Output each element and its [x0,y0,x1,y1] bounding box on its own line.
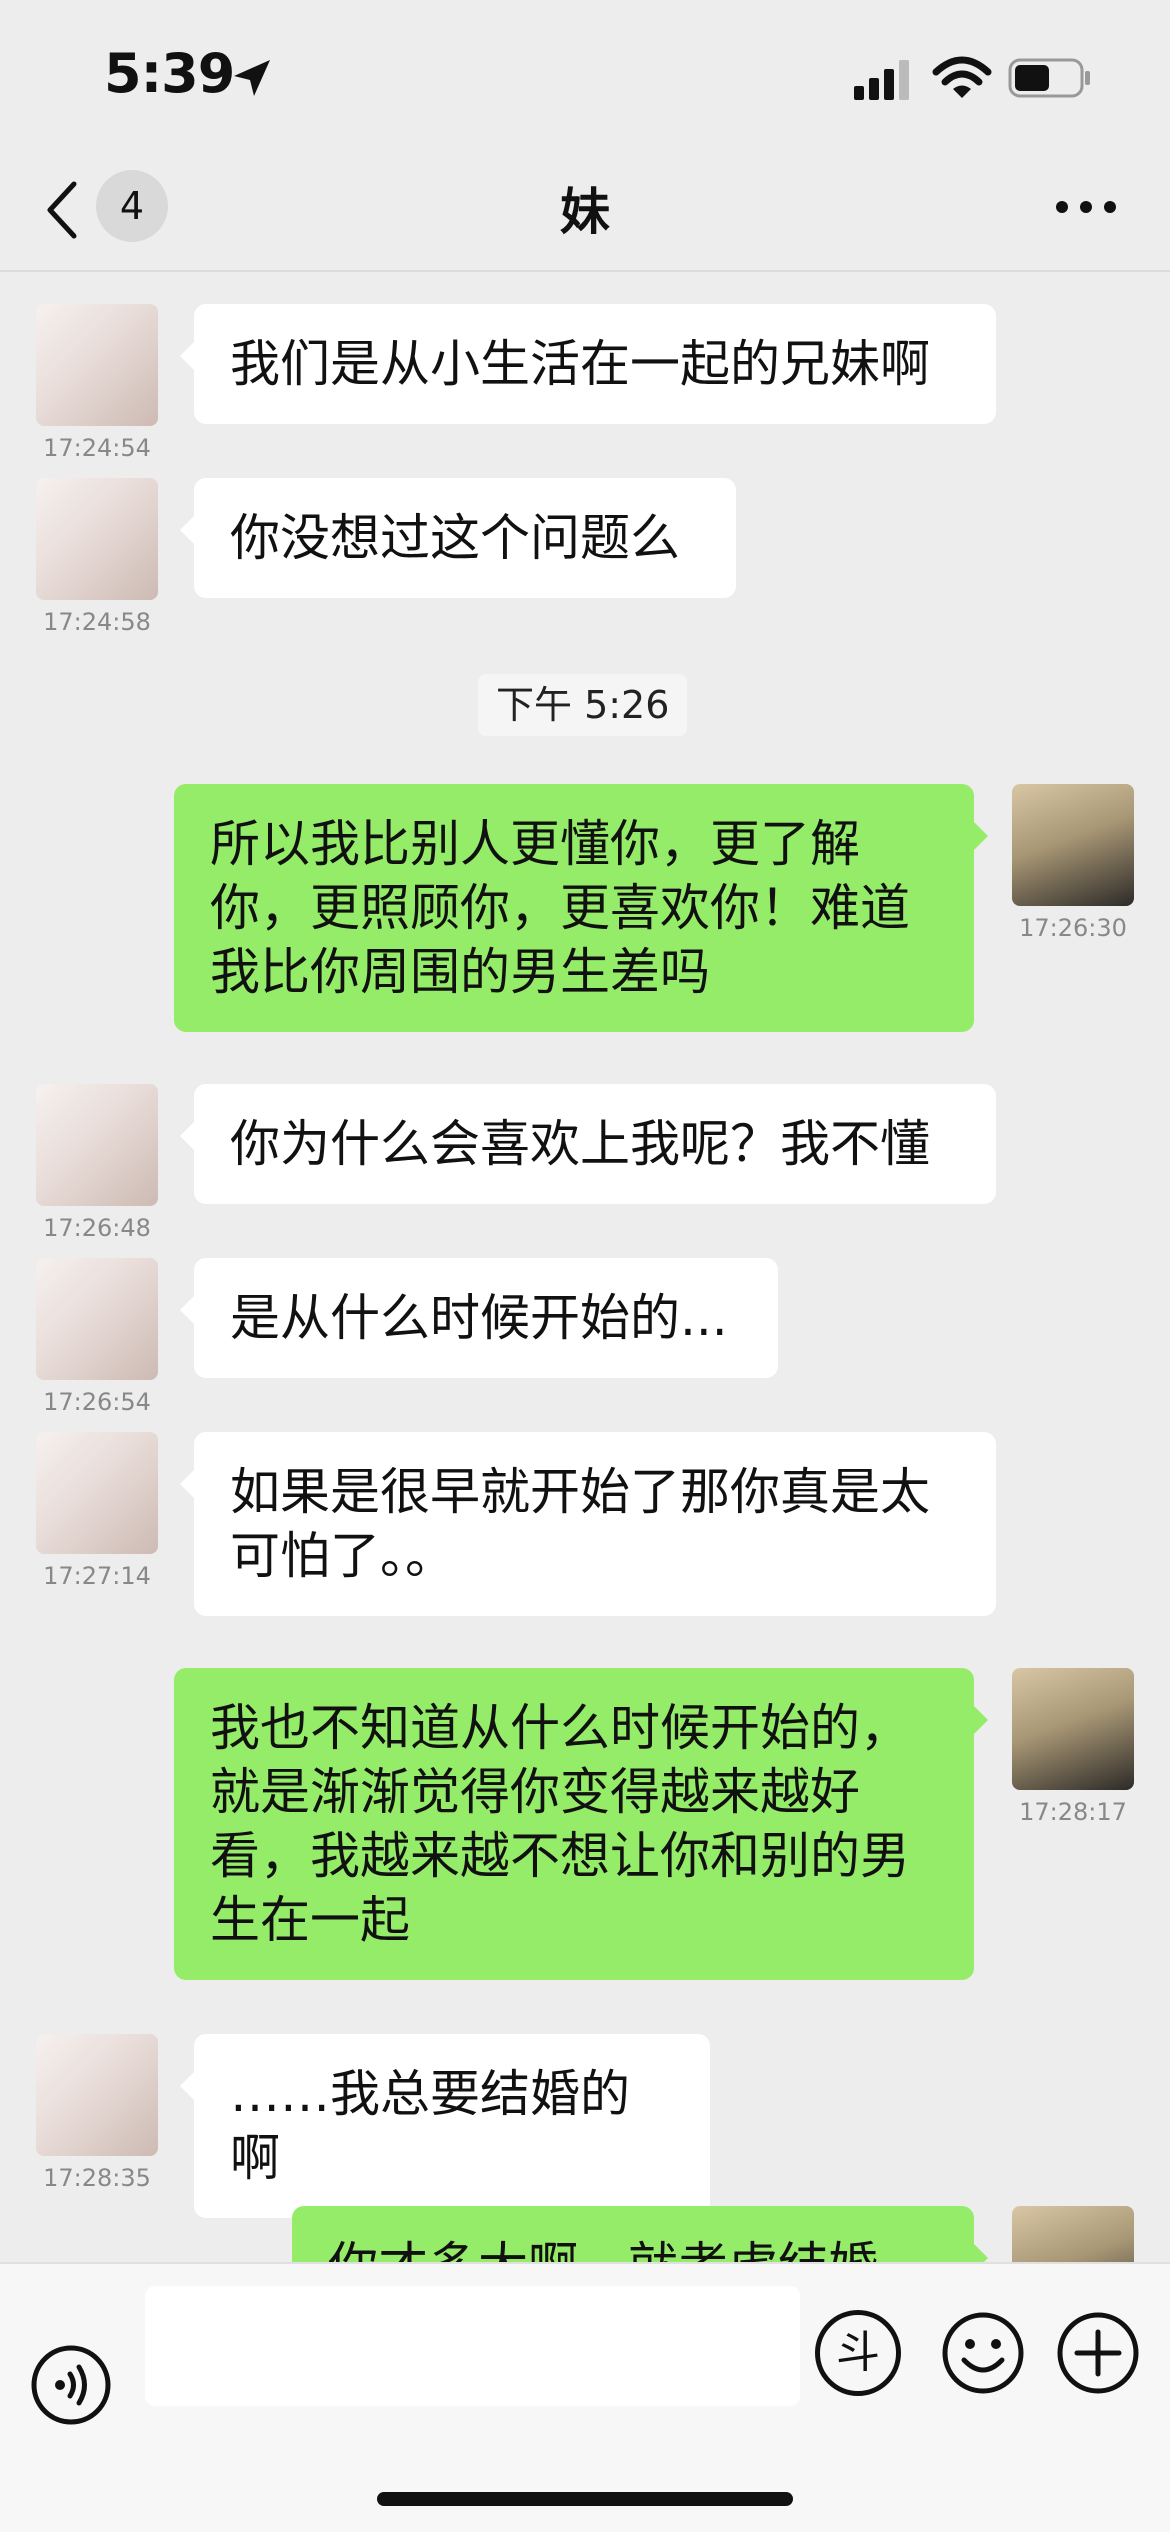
chevron-left-icon[interactable] [40,178,84,242]
message-time: 17:28:35 [43,2164,151,2192]
my-avatar[interactable] [1012,1668,1134,1790]
contact-avatar[interactable] [36,1432,158,1554]
message-bubble-incoming[interactable]: ……我总要结婚的啊 [180,2034,710,2218]
battery-icon [1008,58,1090,98]
nav-bar: 4 妹 [0,150,1170,272]
emoji-icon[interactable] [940,2310,1026,2396]
message-bubble-incoming[interactable]: 是从什么时候开始的... [180,1258,778,1378]
contact-avatar[interactable] [36,1084,158,1206]
contact-avatar[interactable] [36,1258,158,1380]
message-bubble-incoming[interactable]: 你为什么会喜欢上我呢？我不懂 [180,1084,996,1204]
home-indicator[interactable] [377,2492,793,2506]
input-bar: 斗 [0,2262,1170,2532]
message-bubble-incoming[interactable]: 如果是很早就开始了那你真是太可怕了。。 [180,1432,996,1616]
unread-count-badge[interactable]: 4 [96,170,168,242]
time-divider: 下午 5:26 [478,674,688,736]
contact-avatar[interactable] [36,304,158,426]
chat-title: 妹 [560,183,610,241]
message-time: 17:26:48 [43,1214,151,1242]
plus-icon[interactable] [1055,2310,1141,2396]
message-bubble-incoming[interactable]: 我们是从小生活在一起的兄妹啊 [180,304,996,424]
message-input[interactable] [145,2286,800,2406]
chat-screen: 5:39 4 妹 17:24:54 我们是从小生活在一起的兄妹啊 17:24:5… [0,0,1170,2532]
cellular-signal-icon [854,60,909,100]
ellipsis-icon[interactable] [1050,195,1122,219]
message-time: 17:24:54 [43,434,151,462]
message-bubble-incoming[interactable]: 你没想过这个问题么 [180,478,736,598]
message-time: 17:26:54 [43,1388,151,1416]
status-bar: 5:39 [0,0,1170,150]
message-bubble-outgoing[interactable]: 我也不知道从什么时候开始的，就是渐渐觉得你变得越来越好看，我越来越不想让你和别的… [174,1668,988,1980]
message-time: 17:26:30 [1019,914,1127,942]
contact-avatar[interactable] [36,2034,158,2156]
my-avatar[interactable] [1012,2206,1134,2262]
voice-icon[interactable] [30,2344,112,2426]
douyin-button[interactable]: 斗 [815,2310,901,2396]
message-bubble-outgoing[interactable]: 你才多大啊，就考虑结婚 [292,2206,988,2262]
message-bubble-outgoing[interactable]: 所以我比别人更懂你，更了解你，更照顾你，更喜欢你！难道我比你周围的男生差吗 [174,784,988,1032]
contact-avatar[interactable] [36,478,158,600]
wifi-icon [932,56,992,98]
message-time: 17:24:58 [43,608,151,636]
message-time: 17:27:14 [43,1562,151,1590]
my-avatar[interactable] [1012,784,1134,906]
location-arrow-icon [234,60,270,96]
message-time: 17:28:17 [1019,1798,1127,1826]
status-time: 5:39 [104,42,235,105]
message-list[interactable]: 17:24:54 我们是从小生活在一起的兄妹啊 17:24:58 你没想过这个问… [0,272,1170,2262]
